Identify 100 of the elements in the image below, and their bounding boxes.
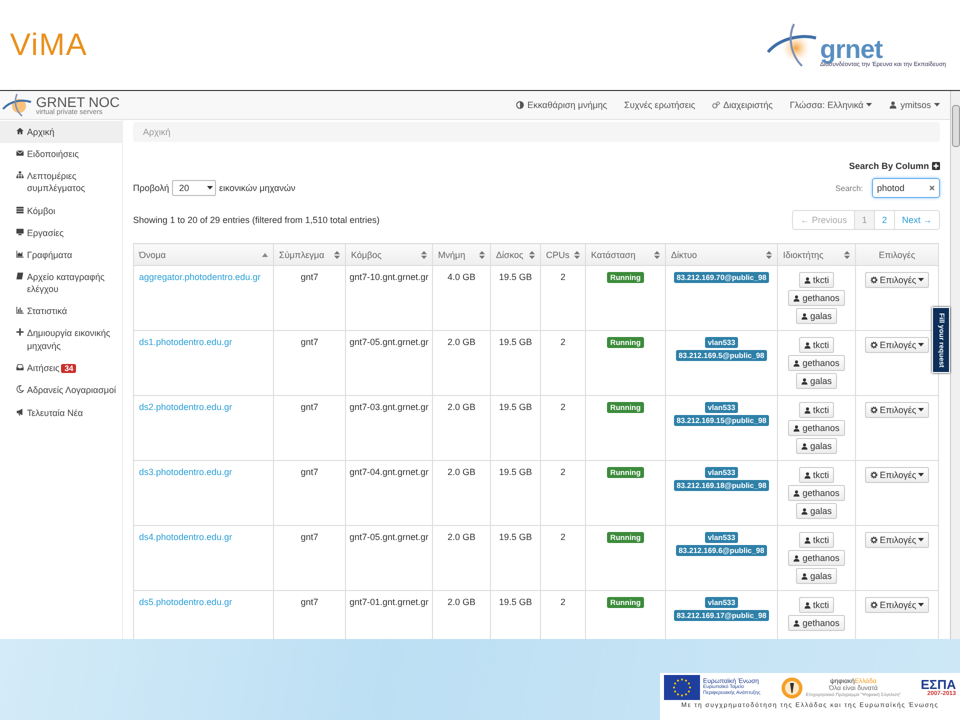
sidebar-item[interactable]: Αρχείο καταγραφής ελέγχου — [0, 266, 122, 300]
owner-button[interactable]: tkcti — [798, 467, 834, 483]
table-cell: gnt7 — [300, 467, 318, 477]
sidebar-item[interactable]: Αδρανείς Λογαριασμοί — [0, 379, 122, 402]
envelope-icon — [16, 149, 24, 158]
owner-button[interactable]: galas — [796, 438, 837, 454]
owner-button[interactable]: galas — [796, 503, 837, 519]
search-field[interactable]: photod — [872, 178, 940, 198]
owner-button[interactable]: gethanos — [788, 485, 845, 501]
user-icon — [801, 508, 808, 514]
table-cell: 4.0 GB — [447, 272, 476, 282]
options-button[interactable]: Επιλογές — [864, 597, 930, 613]
table-cell: gnt7 — [300, 597, 318, 607]
column-header[interactable]: CPUs — [540, 244, 586, 266]
home-icon — [16, 127, 24, 135]
column-header[interactable]: Σύμπλεγμα — [274, 244, 346, 266]
owner-button[interactable]: gethanos — [788, 355, 845, 371]
table-cell: 19.5 GB — [498, 272, 532, 282]
user-icon — [804, 342, 811, 348]
table-cell: 2 — [560, 597, 566, 607]
column-header[interactable]: Όνομα — [134, 244, 274, 266]
table-cell: 2.0 GB — [447, 402, 476, 412]
brand-name: GRNET NOC — [36, 94, 120, 108]
user-icon — [801, 572, 808, 580]
column-header[interactable]: Κόμβος — [346, 244, 432, 266]
table-cell: 2.0 GB — [447, 337, 476, 347]
moon-icon — [16, 385, 24, 394]
owner-button[interactable]: gethanos — [788, 290, 845, 306]
options-button[interactable]: Επιλογές — [864, 532, 930, 548]
owner-button[interactable]: tkcti — [798, 402, 834, 418]
options-button[interactable]: Επιλογές — [864, 467, 930, 483]
sidebar-item[interactable]: Αιτήσεις 34 — [0, 356, 122, 380]
search-by-column-link[interactable]: Search By Column — [848, 161, 940, 171]
sidebar-item[interactable]: Τελευταία Νέα — [0, 402, 122, 424]
table-cell: 19.5 GB — [498, 467, 532, 477]
owner-button[interactable]: gethanos — [788, 550, 845, 566]
sidebar-item[interactable]: Αρχική — [0, 121, 122, 144]
column-header[interactable]: Δίκτυο — [666, 244, 778, 266]
table-cell: 2 — [560, 467, 566, 477]
column-header[interactable]: Ιδιοκτήτης — [778, 244, 856, 266]
sidebar-item[interactable]: Εργασίες — [0, 222, 122, 244]
user-icon — [793, 490, 800, 496]
table-cell: 2 — [560, 272, 566, 282]
table-cell: gnt7 — [300, 532, 318, 542]
caret-icon — [918, 538, 924, 542]
gear-icon — [870, 406, 878, 414]
plus-square-icon — [932, 162, 940, 170]
table-cell: 19.5 GB — [498, 597, 532, 607]
table-info: Showing 1 to 20 of 29 entries (filtered from 1,510 total entries) — [133, 215, 380, 225]
column-header[interactable]: Κατάσταση — [586, 244, 666, 266]
page-length-label: Προβολή — [133, 183, 170, 193]
bar-chart-icon — [16, 306, 24, 314]
options-button[interactable]: Επιλογές — [864, 402, 930, 418]
column-header[interactable]: Δίσκος — [490, 244, 540, 266]
scrollbar[interactable] — [950, 91, 960, 639]
column-header[interactable]: Μνήμη — [432, 244, 490, 266]
options-button[interactable]: Επιλογές — [864, 272, 930, 288]
nav-link[interactable]: Γλώσσα: Ελληνικά — [790, 100, 872, 110]
user-icon — [801, 312, 808, 320]
table-cell: gnt7-04.gnt.grnet.gr — [349, 467, 429, 477]
page-length-select[interactable]: 20 — [172, 180, 216, 196]
nav-link[interactable]: Εκκαθάριση μνήμης — [516, 100, 608, 110]
owner-button[interactable]: gethanos — [788, 615, 845, 631]
column-header: Επιλογές — [856, 244, 938, 266]
owner-button[interactable]: galas — [796, 568, 837, 584]
owner-button[interactable]: tkcti — [798, 272, 834, 288]
owner-button[interactable]: gethanos — [788, 420, 845, 436]
owner-button[interactable]: galas — [796, 373, 837, 389]
owner-button[interactable]: tkcti — [798, 532, 834, 548]
sitemap-icon — [16, 171, 24, 180]
sidebar-item[interactable]: Δημιουργία εικονικής μηχανής — [0, 322, 122, 357]
area-chart-icon — [16, 250, 24, 258]
caret-icon — [866, 103, 872, 107]
nav-link[interactable]: Διαχειριστής — [712, 100, 773, 110]
table-cell: 2 — [560, 337, 566, 347]
owner-button[interactable]: tkcti — [798, 597, 834, 613]
table-cell: gnt7-05.gnt.grnet.gr — [349, 532, 429, 542]
sidebar-item[interactable]: Ειδοποιήσεις — [0, 143, 122, 166]
sidebar-item[interactable]: Στατιστικά — [0, 300, 122, 322]
owner-button[interactable]: tkcti — [798, 337, 834, 353]
nav-link[interactable]: Συχνές ερωτήσεις — [624, 100, 696, 110]
clear-icon[interactable] — [929, 185, 935, 191]
user-icon — [804, 602, 811, 608]
table-cell: 19.5 GB — [498, 532, 532, 542]
user-icon — [804, 406, 811, 414]
server-icon — [16, 206, 24, 214]
table-cell: gnt7-01.gnt.grnet.gr — [349, 597, 429, 607]
user-icon — [793, 620, 800, 626]
gear-icon — [870, 536, 878, 544]
espa-wordmark: ΕΣΠΑ — [920, 678, 956, 691]
sidebar-item[interactable]: Λεπτομέριες συμπλέγματος — [0, 165, 122, 200]
table-cell: gnt7-10.gnt.grnet.gr — [349, 272, 429, 282]
user-icon — [801, 442, 808, 450]
owner-button[interactable]: galas — [796, 308, 837, 324]
gear-icon — [870, 601, 878, 609]
nav-link[interactable]: ymitsos — [889, 100, 940, 110]
swoosh-logo-icon — [766, 22, 818, 68]
sidebar-item[interactable]: Γραφήματα — [0, 244, 122, 266]
options-button[interactable]: Επιλογές — [864, 337, 930, 353]
sidebar-item[interactable]: Κόμβοι — [0, 200, 122, 222]
